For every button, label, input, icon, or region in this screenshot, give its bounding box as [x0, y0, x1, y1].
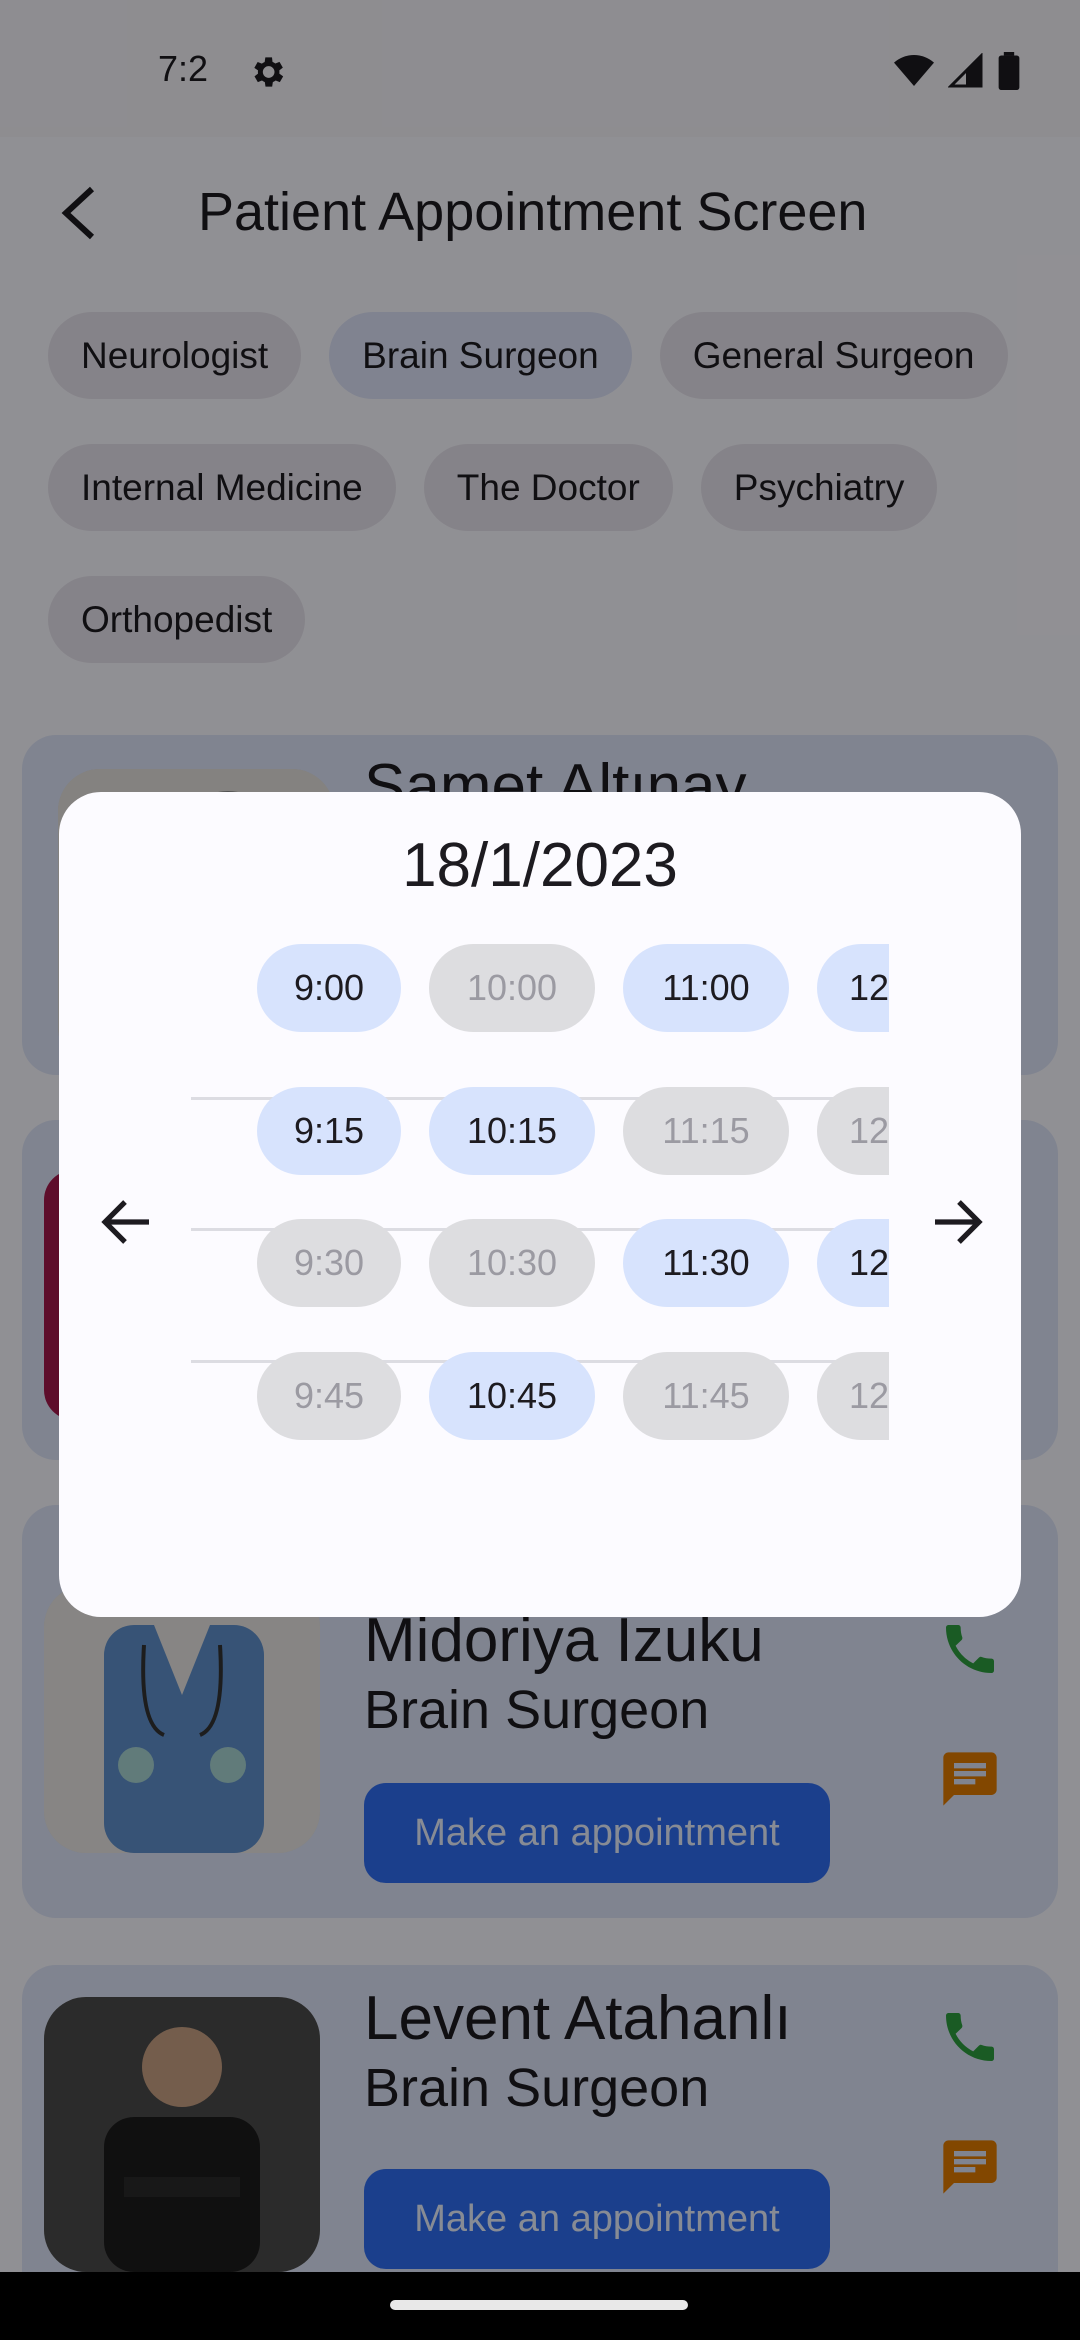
dialog-date: 18/1/2023 [402, 831, 678, 900]
system-navigation-bar [0, 2272, 1080, 2340]
time-slot-dialog: 18/1/2023 9:00 10:00 11:00 12 9:15 10:15… [59, 792, 1021, 1617]
time-slot[interactable]: 11:45 [623, 1352, 789, 1440]
arrow-left-icon [101, 1200, 149, 1244]
time-slot[interactable]: 11:00 [623, 944, 789, 1032]
time-slot[interactable]: 10:15 [429, 1087, 595, 1175]
time-slot[interactable]: 12 [817, 1352, 889, 1440]
time-slot[interactable]: 12 [817, 1219, 889, 1307]
arrow-right-icon [935, 1200, 983, 1244]
time-slot[interactable]: 11:15 [623, 1087, 789, 1175]
time-slot[interactable]: 10:45 [429, 1352, 595, 1440]
previous-day-button[interactable] [95, 1190, 159, 1254]
slot-row: 9:00 10:00 11:00 12 [191, 944, 889, 1100]
slot-row: 9:30 10:30 11:30 12 [191, 1219, 889, 1363]
home-gesture-handle[interactable] [390, 2300, 688, 2310]
appointment-screen: 7:2 Patient Appointment Screen Neurologi… [0, 0, 1080, 2340]
time-slot[interactable]: 10:00 [429, 944, 595, 1032]
time-slot[interactable]: 9:45 [257, 1352, 401, 1440]
time-slot[interactable]: 9:00 [257, 944, 401, 1032]
slot-row: 9:15 10:15 11:15 12 [191, 1087, 889, 1231]
time-slot[interactable]: 9:30 [257, 1219, 401, 1307]
time-slot[interactable]: 9:15 [257, 1087, 401, 1175]
time-slot[interactable]: 10:30 [429, 1219, 595, 1307]
time-slot[interactable]: 12 [817, 944, 889, 1032]
next-day-button[interactable] [925, 1190, 989, 1254]
time-slot[interactable]: 11:30 [623, 1219, 789, 1307]
time-slot[interactable]: 12 [817, 1087, 889, 1175]
slot-row: 9:45 10:45 11:45 12 [191, 1352, 889, 1464]
time-slot-grid: 9:00 10:00 11:00 12 9:15 10:15 11:15 12 … [191, 944, 889, 1464]
